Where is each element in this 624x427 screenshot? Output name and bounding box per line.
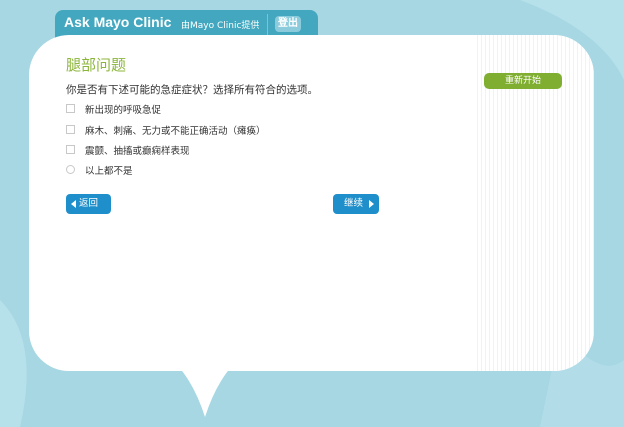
checkbox[interactable] [66, 145, 75, 154]
next-button[interactable]: 继续 [333, 194, 379, 214]
caret-left-icon [71, 200, 76, 208]
caret-right-icon [369, 200, 374, 208]
option-label: 麻木、刺痛、无力或不能正确活动（瘫痪） [85, 126, 266, 137]
option-label: 震颤、抽搐或癫痫样表现 [85, 146, 190, 157]
back-button[interactable]: 返回 [66, 194, 111, 214]
speech-bubble-tail [160, 350, 250, 417]
radio-button[interactable] [66, 165, 75, 174]
logout-button[interactable]: 登出 [275, 16, 301, 32]
back-label: 返回 [79, 198, 99, 209]
header-divider [267, 14, 268, 36]
option-label: 新出现的呼吸急促 [85, 105, 162, 116]
checkbox[interactable] [66, 125, 75, 134]
question-prompt: 你是否有下述可能的急症症状？选择所有符合的选项。 [66, 84, 318, 96]
provider-label: 由Mayo Clinic提供 [181, 21, 260, 31]
restart-button[interactable]: 重新开始 [484, 73, 562, 89]
option-label: 以上都不是 [85, 166, 133, 177]
next-label: 继续 [344, 198, 364, 209]
checkbox[interactable] [66, 104, 75, 113]
app-title: Ask Mayo Clinic [64, 14, 172, 30]
question-title: 腿部问题 [66, 56, 127, 74]
